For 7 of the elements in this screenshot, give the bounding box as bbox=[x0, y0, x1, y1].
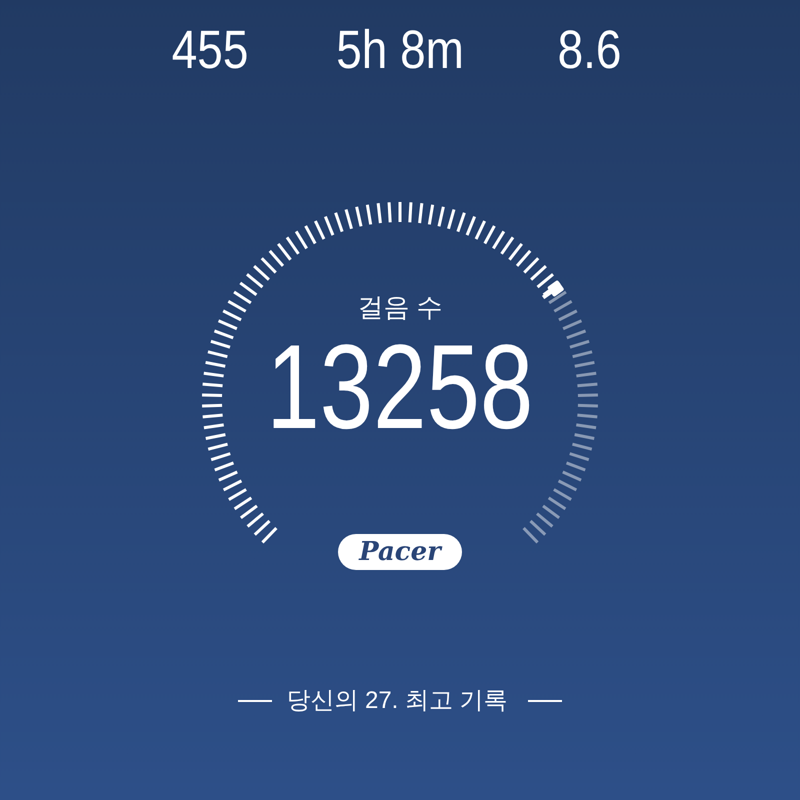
record-text: 당신의 27. 최고 기록 bbox=[286, 686, 508, 716]
stat-value: 8.6 bbox=[558, 19, 622, 82]
brand-logo: Pacer bbox=[338, 534, 462, 570]
stat-value: 455 bbox=[172, 19, 248, 82]
gauge-label: 걸음 수 bbox=[357, 292, 443, 322]
stat-value: 5h 8m bbox=[336, 19, 464, 82]
step-count: 13258 bbox=[266, 328, 534, 446]
